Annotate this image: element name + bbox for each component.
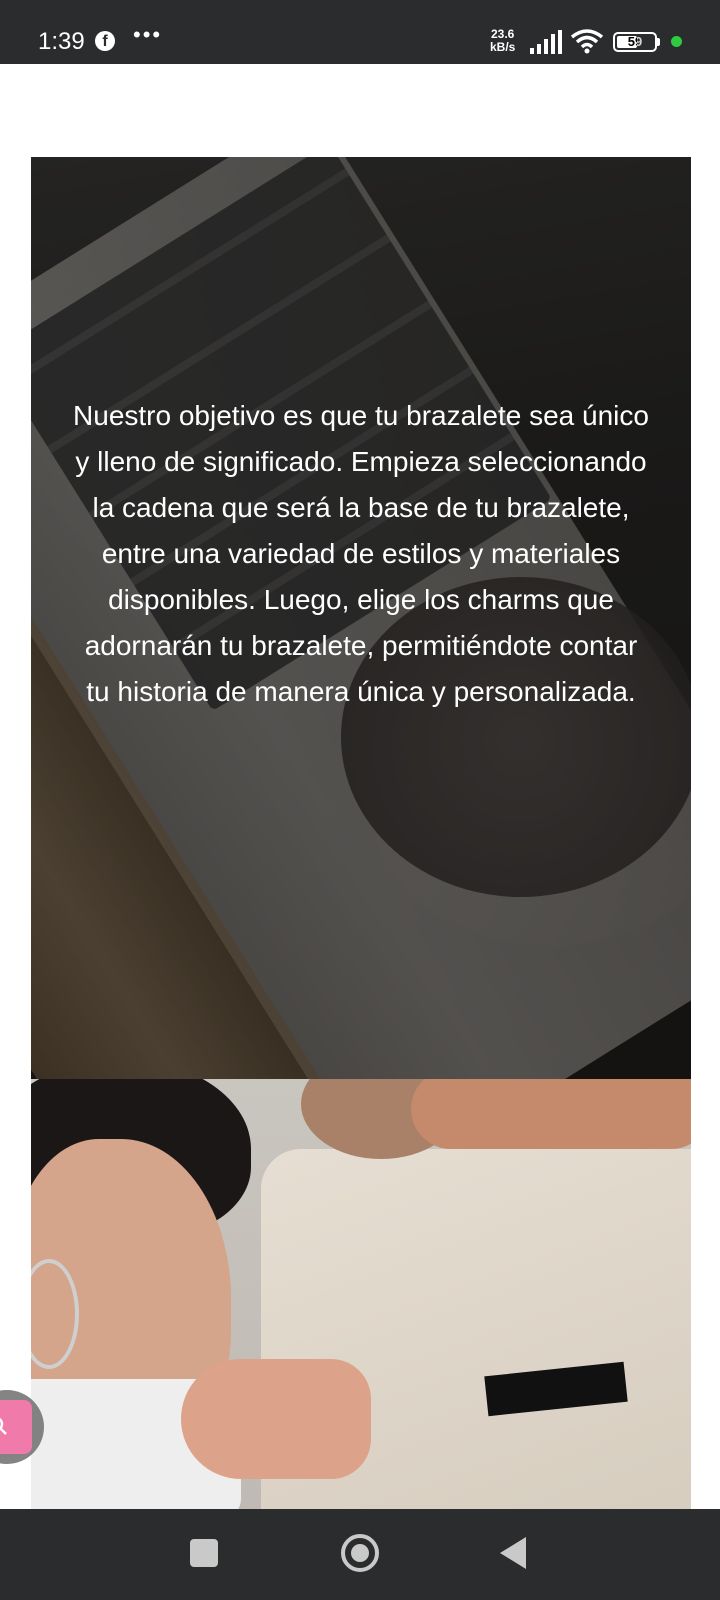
artisan-hand [181,1359,371,1479]
hero-image-card: Nuestro objetivo es que tu brazalete sea… [31,157,691,1079]
status-time: 1:39 [38,28,85,55]
recents-square-icon[interactable] [190,1539,218,1567]
battery-percent: 59 [627,34,643,49]
privacy-indicator-dot [671,36,682,47]
bracelet-fitting-photo [31,1079,691,1509]
search-icon [0,1417,7,1435]
more-dots-icon: ••• [133,22,163,47]
network-speed-unit: kB/s [490,40,516,54]
back-triangle-icon[interactable] [500,1537,526,1569]
floating-search-tab[interactable] [0,1400,32,1454]
battery-icon: 59 [613,32,657,52]
hero-description: Nuestro objetivo es que tu brazalete sea… [73,400,649,707]
wifi-icon [570,29,604,54]
status-bar: 1:39 f ••• 23.6 kB/s 59 [0,0,720,64]
home-circle-icon[interactable] [341,1534,379,1572]
battery-tip [657,38,660,46]
signal-icon [530,30,562,54]
customer-hands [411,1079,691,1149]
network-speed: 23.6 kB/s [490,28,515,54]
system-nav-bar [0,1509,720,1600]
facebook-icon: f [95,31,115,51]
